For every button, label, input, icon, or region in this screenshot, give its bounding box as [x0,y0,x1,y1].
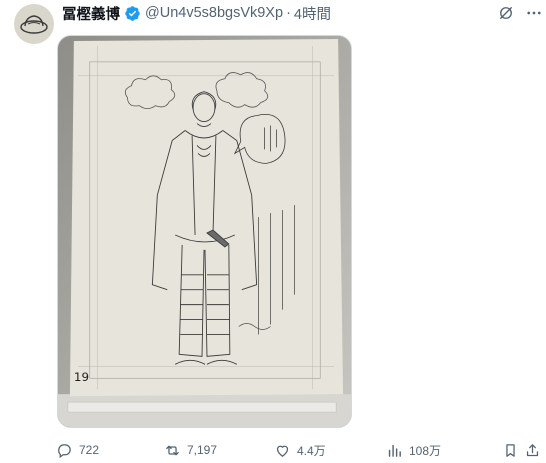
post-timestamp[interactable]: 4時間 [294,3,331,24]
share-icon [526,443,539,456]
views-icon [388,444,401,457]
repost-icon [166,445,179,455]
avatar-hat-icon [20,15,48,34]
reply-button[interactable]: 722 [56,440,99,460]
views-button[interactable]: 108万 [386,440,441,460]
reply-count: 722 [79,443,100,457]
author-handle[interactable]: @Un4v5s8bgsVk9Xp [145,5,283,21]
manuscript-sketch-image: 19 [58,36,351,427]
author-avatar[interactable] [14,4,54,44]
like-button[interactable]: 4.4万 [274,440,326,460]
views-count: 108万 [409,443,442,458]
post-header: 冨樫義博 @Un4v5s8bgsVk9Xp · 4時間 [62,3,331,23]
grok-icon[interactable] [496,3,516,23]
reply-icon [58,443,71,458]
separator-dot: · [286,5,291,21]
repost-count: 7,197 [187,443,218,457]
bookmark-icon [506,443,515,457]
bookmark-button[interactable] [502,440,519,460]
share-button[interactable] [524,440,541,460]
repost-button[interactable]: 7,197 [164,440,217,460]
post-image[interactable]: 19 [57,35,352,428]
author-name[interactable]: 冨樫義博 [62,3,120,24]
manuscript-page-number: 19 [74,370,89,384]
more-icon[interactable] [524,3,544,23]
like-count: 4.4万 [297,443,326,458]
verified-badge-icon[interactable] [124,5,141,22]
heart-icon [276,445,289,457]
action-bar: 722 7,197 4.4万 108万 [56,440,539,460]
